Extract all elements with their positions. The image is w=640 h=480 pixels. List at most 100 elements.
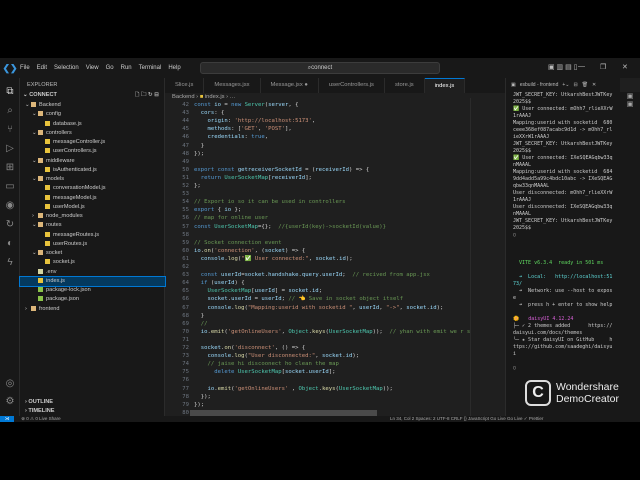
tree-item[interactable]: userControllers.js (20, 147, 165, 156)
menu-help[interactable]: Help (168, 65, 180, 71)
code-line: 48});}); (165, 150, 470, 158)
tree-item[interactable]: messageRoutes.js (20, 231, 165, 240)
close-panel-button[interactable]: ✕ (592, 82, 596, 88)
tree-item[interactable]: .env (20, 268, 165, 277)
kill-terminal-button[interactable]: 🗑 (582, 82, 588, 88)
breadcrumb-file[interactable]: index.js (205, 94, 225, 100)
thunder-client-icon[interactable]: ϟ (4, 257, 16, 269)
tab-messagejsx[interactable]: Message.jsx ● (261, 78, 319, 93)
tab-slicejs[interactable]: Slice.js (165, 78, 205, 93)
line-number: 62 (182, 264, 189, 270)
remote-explorer-icon[interactable]: ▭ (4, 181, 16, 193)
explorer-actions[interactable]: 🗋 🗀 ↻ ⊟ (135, 91, 159, 100)
tree-item[interactable]: database.js (20, 120, 165, 129)
timeline-section[interactable]: › TIMELINE (20, 407, 165, 416)
menu-file[interactable]: File (20, 65, 30, 71)
tree-item[interactable]: ⌄ controllers (20, 129, 165, 138)
tree-item[interactable]: ⌄ routes (20, 221, 165, 230)
tree-item[interactable]: userModel.js (20, 203, 165, 212)
tab-messagesjsx[interactable]: Messages.jsx (204, 78, 261, 93)
code-line: 64 if (userId) { if (userId) { (165, 279, 470, 287)
menu-edit[interactable]: Edit (37, 65, 47, 71)
tree-item[interactable]: › node_modules (20, 212, 165, 221)
breadcrumb-symbol[interactable]: … (230, 94, 236, 100)
outline-section[interactable]: › OUTLINE (20, 398, 165, 407)
minimap[interactable] (470, 98, 505, 417)
maximize-button[interactable]: ❐ (600, 63, 606, 71)
tree-item[interactable]: conversationModel.js (20, 184, 165, 193)
command-center-search[interactable]: ⌕ connect (200, 62, 440, 74)
terminal-title[interactable]: esbuild - frontend (520, 82, 559, 88)
line-number: 54 (182, 199, 189, 206)
code-token: keys (322, 385, 336, 392)
extensions-icon[interactable]: ⊞ (4, 162, 16, 174)
run-debug-icon[interactable]: ▷ (4, 143, 16, 155)
tree-item[interactable]: ⌄ models (20, 175, 165, 184)
menu-selection[interactable]: Selection (54, 65, 79, 71)
code-token: keys (311, 328, 326, 335)
menu-go[interactable]: Go (106, 65, 114, 71)
split-terminal-button[interactable]: ⊟ (573, 82, 577, 88)
tree-item[interactable]: package.json (20, 295, 165, 304)
tree-item[interactable]: messageController.js (20, 138, 165, 147)
close-button[interactable]: ✕ (622, 63, 628, 71)
status-left[interactable]: ⊗ 0 ⚠ 0 Live Share (21, 416, 60, 421)
folder-icon (38, 129, 43, 135)
workspace-root[interactable]: ⌄ CONNECT 🗋 🗀 ↻ ⊟ (20, 91, 165, 100)
tree-item[interactable]: index.js (19, 275, 166, 287)
code-token: server (268, 102, 289, 108)
live-share-icon[interactable]: ↻ (4, 219, 16, 231)
js-icon (45, 166, 50, 172)
new-terminal-button[interactable]: +⌄ (562, 82, 569, 88)
line-number: 47 (182, 142, 189, 149)
tree-item[interactable]: ⌄ socket (20, 249, 165, 258)
source-control-icon[interactable]: ⑂ (4, 124, 16, 136)
explorer-icon[interactable]: ⧉ (4, 86, 16, 98)
line-number: 57 (182, 223, 189, 230)
terminal-instance-icon[interactable]: ▣ (620, 100, 640, 108)
tree-item[interactable]: socket.js (20, 258, 165, 267)
tree-item[interactable]: isAuthenticated.js (20, 166, 165, 175)
tree-item[interactable]: package-lock.json (20, 286, 165, 295)
tab-indexjs[interactable]: index.js (424, 78, 466, 93)
accounts-icon[interactable]: ◎ (4, 378, 16, 390)
terminal-panel[interactable]: ▣ esbuild - frontend +⌄ ⊟ 🗑 ✕ JWT_SECRET… (505, 78, 620, 417)
remote-indicator[interactable]: ⋊ (0, 416, 14, 422)
minimize-button[interactable]: — (578, 63, 585, 70)
status-right[interactable]: Ln 34, Col 2 Spaces: 2 UTF-8 CRLF {} Jav… (390, 416, 543, 422)
tree-item[interactable]: ⌄ Backend (20, 101, 165, 110)
search-icon[interactable]: ⌕ (4, 105, 16, 117)
tab-usercontrollersjs[interactable]: userControllers.js (319, 78, 385, 93)
code-token: UserSocketMap (338, 385, 383, 392)
tree-item[interactable]: › frontend (20, 305, 165, 314)
line-number: 68 (182, 312, 189, 319)
code-token: socket (284, 369, 306, 376)
menu-terminal[interactable]: Terminal (139, 65, 162, 71)
code-token: }); (194, 401, 205, 408)
github-icon[interactable]: ◉ (4, 200, 16, 212)
breadcrumb-folder[interactable]: Backend (172, 94, 195, 100)
tree-item[interactable]: userRoutes.js (20, 240, 165, 249)
code-token: io (200, 328, 208, 335)
tab-storejs[interactable]: store.js (385, 78, 425, 93)
tree-item[interactable]: ⌄ config (20, 110, 165, 119)
tree-item[interactable]: ⌄ middleware (20, 157, 165, 166)
code-token: , (258, 126, 265, 133)
outline-label: OUTLINE (28, 399, 53, 405)
terminal-line: ➜ Network: use --host to expose (513, 288, 613, 301)
tree-item[interactable]: messageModel.js (20, 194, 165, 203)
code-line: 55export { io };export { io }; (165, 206, 470, 214)
terminal-instance-icon[interactable]: ▣ (620, 92, 640, 100)
menu-view[interactable]: View (86, 65, 99, 71)
code-editor[interactable]: 42const io = new Server(server, {const i… (165, 101, 470, 415)
docker-icon[interactable]: ◐ (4, 238, 16, 250)
layout-icons[interactable]: ▣ ▥ ▤ ▯ (548, 63, 578, 71)
settings-gear-icon[interactable]: ⚙ (4, 396, 16, 408)
code-token: log (234, 304, 245, 311)
menu-run[interactable]: Run (121, 65, 132, 71)
env-icon (38, 268, 43, 274)
